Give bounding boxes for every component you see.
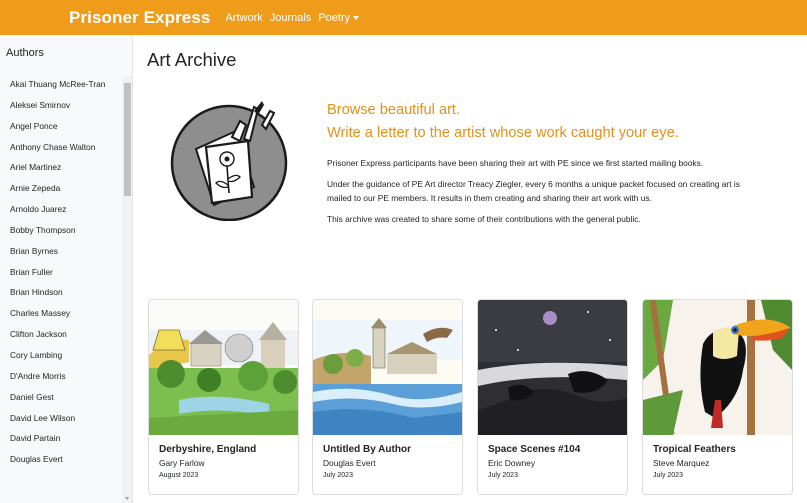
nav-journals-link[interactable]: Journals [270, 12, 312, 24]
card-title[interactable]: Derbyshire, England [159, 444, 256, 455]
card-author: Gary Farlow [159, 458, 205, 468]
art-card[interactable]: Space Scenes #104 Eric Downey July 2023 [477, 299, 628, 495]
brand-logo-text[interactable]: Prisoner Express [69, 8, 210, 28]
scrollbar-thumb[interactable] [124, 83, 131, 196]
sidebar-scrollbar[interactable] [122, 76, 132, 503]
author-item[interactable]: Daniel Gest [10, 392, 105, 413]
author-item[interactable]: Akai Thuang McRee-Tran [10, 79, 105, 100]
hero-headline-line-2: Write a letter to the artist whose work … [327, 125, 679, 141]
card-author: Douglas Evert [323, 458, 376, 468]
sidebar-title: Authors [6, 47, 44, 59]
top-navbar: Prisoner Express Artwork Journals Poetry [0, 0, 807, 35]
author-item[interactable]: Charles Massey [10, 308, 105, 329]
author-item[interactable]: Clifton Jackson [10, 329, 105, 350]
art-card[interactable]: Tropical Feathers Steve Marquez July 202… [642, 299, 793, 495]
intro-paragraph: Under the guidance of PE Art director Tr… [327, 179, 740, 203]
authors-list: Akai Thuang McRee-Tran Aleksei Smirnov A… [10, 79, 105, 475]
page-title: Art Archive [147, 49, 237, 70]
author-item[interactable]: Arnoldo Juarez [10, 204, 105, 225]
author-item[interactable]: David Partain [10, 433, 105, 454]
author-item[interactable]: Brian Hindson [10, 287, 105, 308]
author-item[interactable]: Aleksei Smirnov [10, 100, 105, 121]
art-card[interactable]: Untitled By Author Douglas Evert July 20… [312, 299, 463, 495]
artwork-image[interactable] [643, 300, 792, 435]
scroll-down-arrow-icon[interactable] [125, 497, 129, 500]
nav-poetry-dropdown[interactable]: Poetry [318, 11, 360, 24]
artwork-image[interactable] [149, 300, 298, 435]
hero-headline: Browse beautiful art. Write a letter to … [327, 99, 679, 145]
card-date: July 2023 [323, 472, 353, 479]
author-item[interactable]: Ariel Martinez [10, 162, 105, 183]
intro-paragraph: This archive was created to share some o… [327, 213, 641, 224]
card-author: Eric Downey [488, 458, 536, 468]
author-item[interactable]: Douglas Evert [10, 454, 105, 475]
authors-sidebar: Authors Akai Thuang McRee-Tran Aleksei S… [0, 35, 133, 503]
card-title[interactable]: Space Scenes #104 [488, 444, 580, 455]
card-author: Steve Marquez [653, 458, 710, 468]
author-item[interactable]: D'Andre Morris [10, 371, 105, 392]
card-date: August 2023 [159, 472, 199, 479]
nav-artwork-link[interactable]: Artwork [225, 12, 262, 24]
nav-poetry-label: Poetry [318, 11, 351, 24]
caret-down-icon [353, 15, 360, 20]
hero-headline-line-1: Browse beautiful art. [327, 102, 461, 118]
card-date: July 2023 [488, 472, 518, 479]
art-archive-logo [170, 101, 288, 221]
intro-paragraph: Prisoner Express participants have been … [327, 158, 704, 168]
intro-text: Prisoner Express participants have been … [327, 157, 747, 234]
card-title[interactable]: Untitled By Author [323, 444, 411, 455]
artwork-image[interactable] [313, 300, 462, 435]
card-title[interactable]: Tropical Feathers [653, 444, 736, 455]
author-item[interactable]: Cory Lambing [10, 350, 105, 371]
author-item[interactable]: Brian Byrnes [10, 246, 105, 267]
art-card[interactable]: Derbyshire, England Gary Farlow August 2… [148, 299, 299, 495]
author-item[interactable]: Arnie Zepeda [10, 183, 105, 204]
author-item[interactable]: Bobby Thompson [10, 225, 105, 246]
author-item[interactable]: Angel Ponce [10, 121, 105, 142]
artwork-image[interactable] [478, 300, 627, 435]
author-item[interactable]: Brian Fuller [10, 267, 105, 288]
author-item[interactable]: Anthony Chase Walton [10, 142, 105, 163]
card-date: July 2023 [653, 472, 683, 479]
author-item[interactable]: David Lee Wilson [10, 413, 105, 434]
